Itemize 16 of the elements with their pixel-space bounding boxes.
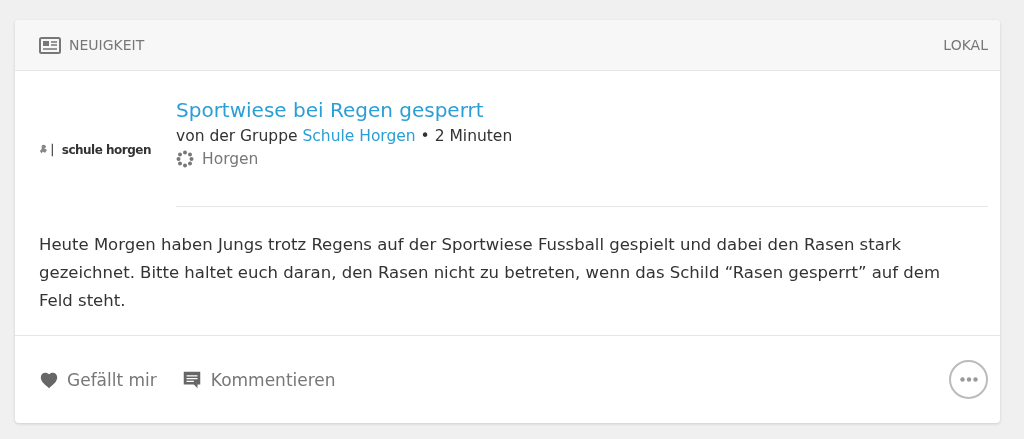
post-time: • 2 Minuten xyxy=(420,127,513,145)
byline-text: von der Gruppe xyxy=(176,127,298,145)
more-icon xyxy=(959,377,978,382)
newspaper-icon xyxy=(39,36,61,54)
more-options-button[interactable] xyxy=(949,360,988,399)
comment-button[interactable]: Kommentieren xyxy=(180,368,336,391)
like-button[interactable]: Gefällt mir xyxy=(39,369,157,390)
location-dots-icon xyxy=(176,150,194,168)
post-type-label: NEUIGKEIT xyxy=(69,37,145,53)
post-body-text: Heute Morgen haben Jungs trotz Regens auf der Sportwiese Fussball gespielt und dabei den Rasen stark gezeichnet. Bitte haltet euch daran, den Rasen nicht zu betreten, wenn das Schild “Rasen gesperrt” auf dem Feld steht. xyxy=(15,207,1000,336)
logo-text: schule horgen xyxy=(61,142,151,157)
location-label: Horgen xyxy=(202,150,259,168)
post-title-link[interactable]: Sportwiese bei Regen gesperrt xyxy=(176,98,484,122)
scope-label: LOKAL xyxy=(943,37,988,53)
heart-icon xyxy=(39,370,59,389)
group-link[interactable]: Schule Horgen xyxy=(302,127,416,145)
